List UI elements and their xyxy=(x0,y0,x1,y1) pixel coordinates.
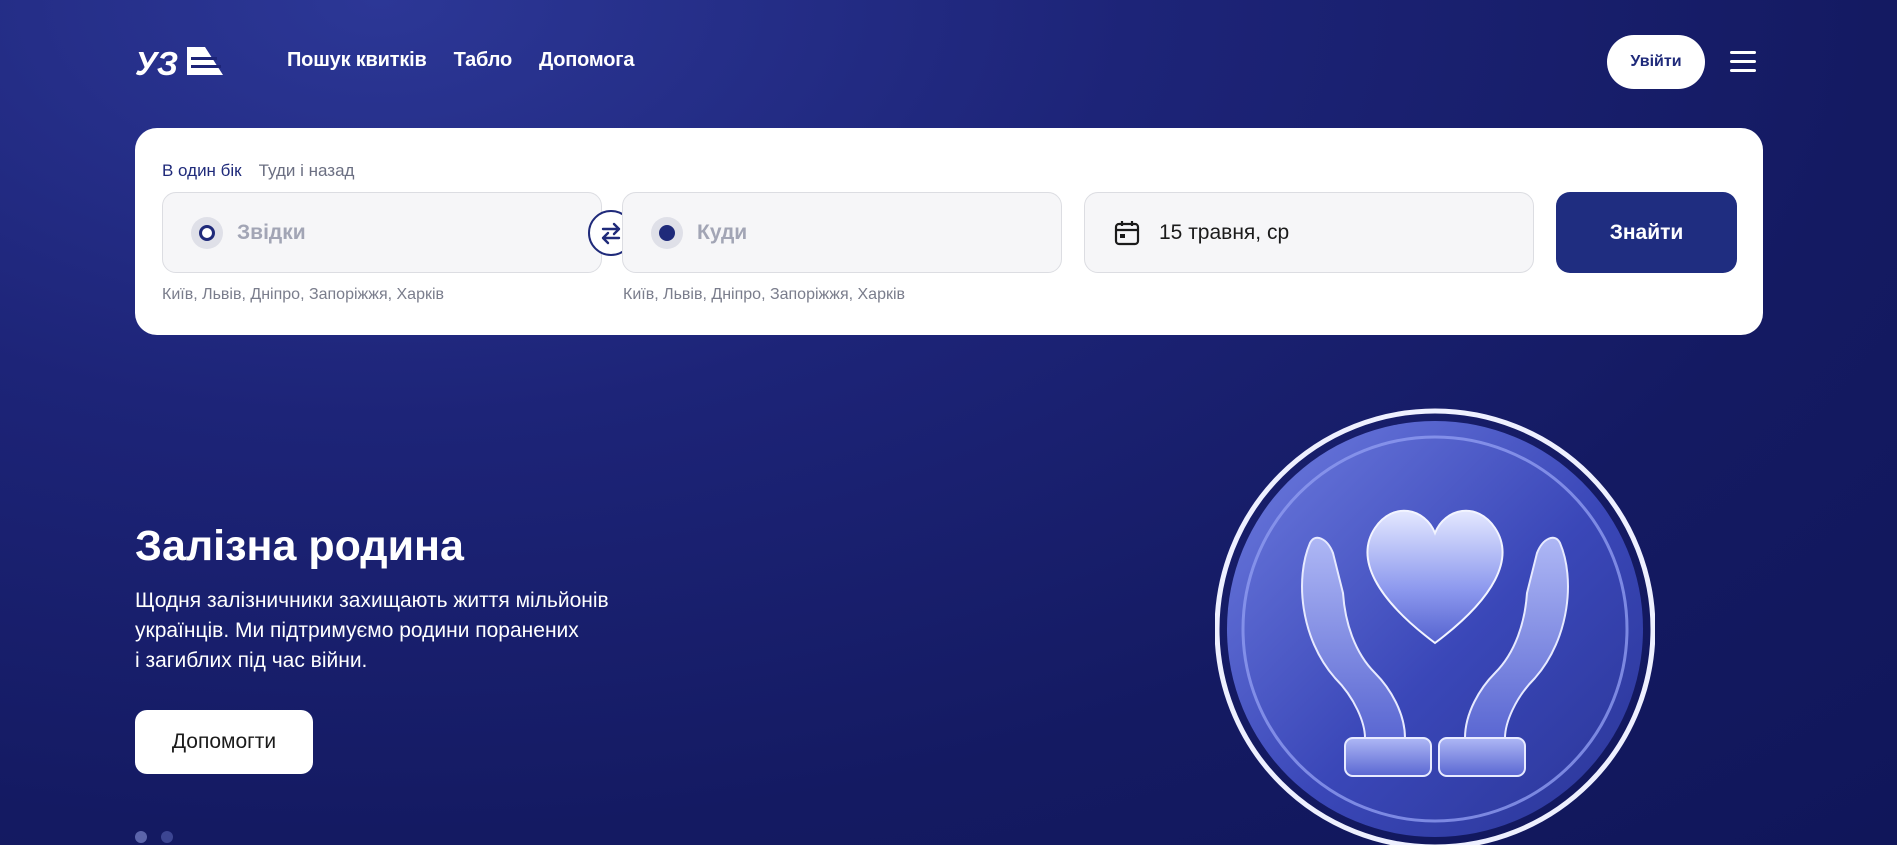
ticket-search-card: В один бік Туди і назад 15 травня, ср Ки… xyxy=(135,128,1763,335)
find-button[interactable]: Знайти xyxy=(1556,192,1737,273)
carousel-dot-2[interactable] xyxy=(161,831,173,843)
login-button[interactable]: Увійти xyxy=(1607,35,1705,89)
swap-arrows-icon xyxy=(601,222,621,245)
hero-description: Щодня залізничники захищають життя мільй… xyxy=(135,589,609,672)
from-field[interactable] xyxy=(162,192,602,273)
date-field[interactable]: 15 травня, ср xyxy=(1084,192,1534,273)
heart-in-hands-icon xyxy=(1215,403,1655,845)
tab-round-trip[interactable]: Туди і назад xyxy=(259,161,355,181)
carousel-dot-1[interactable] xyxy=(135,831,147,843)
site-header: УЗ Пошук квитків Табло Допомога Увійти xyxy=(135,35,1760,90)
calendar-icon xyxy=(1114,220,1140,245)
hero-title: Залізна родина xyxy=(135,522,464,570)
to-input[interactable] xyxy=(697,220,1037,245)
nav-help[interactable]: Допомога xyxy=(539,49,635,72)
nav-departures-board[interactable]: Табло xyxy=(454,49,513,72)
tab-one-way[interactable]: В один бік xyxy=(162,161,242,181)
main-nav: Пошук квитків Табло Допомога xyxy=(287,49,635,72)
svg-text:УЗ: УЗ xyxy=(135,45,178,79)
hamburger-menu-icon[interactable] xyxy=(1730,51,1756,73)
help-donate-button[interactable]: Допомогти xyxy=(135,710,313,774)
carousel-dots xyxy=(135,831,173,843)
destination-marker-icon xyxy=(651,216,683,249)
from-input[interactable] xyxy=(237,220,577,245)
uz-logo-icon[interactable]: УЗ xyxy=(135,45,223,79)
to-popular-hint[interactable]: Київ, Львів, Дніпро, Запоріжжя, Харків xyxy=(623,286,905,304)
from-popular-hint[interactable]: Київ, Львів, Дніпро, Запоріжжя, Харків xyxy=(162,286,444,304)
nav-ticket-search[interactable]: Пошук квитків xyxy=(287,49,427,72)
origin-marker-icon xyxy=(191,216,223,249)
to-field[interactable] xyxy=(622,192,1062,273)
date-value: 15 травня, ср xyxy=(1159,220,1290,244)
trip-type-tabs: В один бік Туди і назад xyxy=(162,161,354,181)
